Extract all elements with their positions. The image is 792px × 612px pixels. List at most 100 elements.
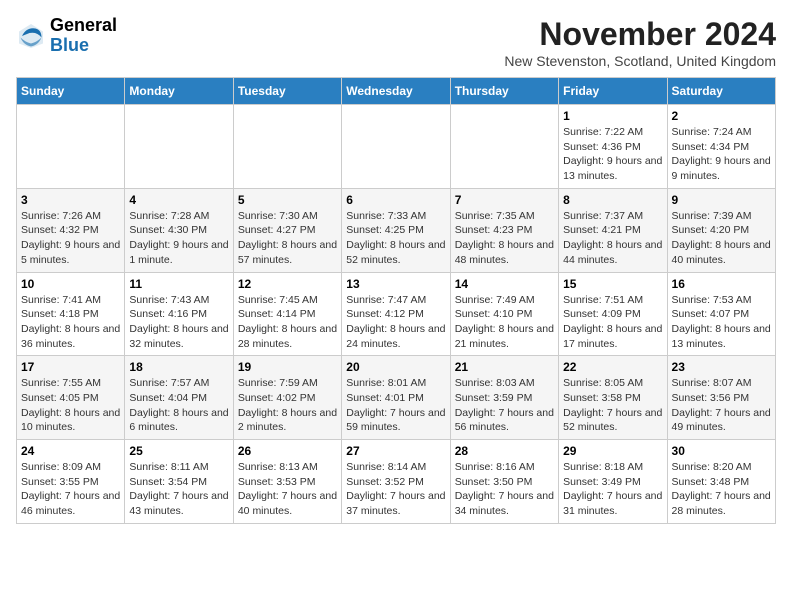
calendar-cell: [450, 105, 558, 189]
calendar-cell: 26 Sunrise: 8:13 AM Sunset: 3:53 PM Dayli…: [233, 440, 341, 524]
day-info: Sunrise: 8:14 AM Sunset: 3:52 PM Dayligh…: [346, 460, 445, 519]
calendar-week-row: 17Sunrise: 7:55 AM Sunset: 4:05 PM Dayli…: [17, 356, 776, 440]
calendar-cell: 19 Sunrise: 7:59 AM Sunset: 4:02 PM Dayli…: [233, 356, 341, 440]
day-info: Sunrise: 7:39 AM Sunset: 4:20 PM Dayligh…: [672, 209, 771, 268]
day-info: Sunrise: 7:59 AM Sunset: 4:02 PM Dayligh…: [238, 376, 337, 435]
calendar-week-row: 3 Sunrise: 7:26 AM Sunset: 4:32 PM Daylig…: [17, 188, 776, 272]
calendar-cell: 20Sunrise: 8:01 AM Sunset: 4:01 PM Dayli…: [342, 356, 450, 440]
calendar-cell: 11 Sunrise: 7:43 AM Sunset: 4:16 PM Dayli…: [125, 272, 233, 356]
calendar-cell: 13Sunrise: 7:47 AM Sunset: 4:12 PM Dayli…: [342, 272, 450, 356]
day-info: Sunrise: 8:13 AM Sunset: 3:53 PM Dayligh…: [238, 460, 337, 519]
day-info: Sunrise: 7:55 AM Sunset: 4:05 PM Dayligh…: [21, 376, 120, 435]
day-number: 7: [455, 193, 554, 207]
calendar-cell: 6Sunrise: 7:33 AM Sunset: 4:25 PM Daylig…: [342, 188, 450, 272]
day-number: 29: [563, 444, 662, 458]
day-number: 11: [129, 277, 228, 291]
calendar-cell: 27Sunrise: 8:14 AM Sunset: 3:52 PM Dayli…: [342, 440, 450, 524]
day-info: Sunrise: 7:45 AM Sunset: 4:14 PM Dayligh…: [238, 293, 337, 352]
day-info: Sunrise: 7:53 AM Sunset: 4:07 PM Dayligh…: [672, 293, 771, 352]
day-info: Sunrise: 8:09 AM Sunset: 3:55 PM Dayligh…: [21, 460, 120, 519]
day-number: 26: [238, 444, 337, 458]
calendar-cell: 1 Sunrise: 7:22 AM Sunset: 4:36 PM Daylig…: [559, 105, 667, 189]
calendar-week-row: 10Sunrise: 7:41 AM Sunset: 4:18 PM Dayli…: [17, 272, 776, 356]
day-info: Sunrise: 7:33 AM Sunset: 4:25 PM Dayligh…: [346, 209, 445, 268]
calendar-cell: 23 Sunrise: 8:07 AM Sunset: 3:56 PM Dayli…: [667, 356, 775, 440]
day-number: 12: [238, 277, 337, 291]
day-number: 8: [563, 193, 662, 207]
calendar-cell: [125, 105, 233, 189]
logo-text: General Blue: [50, 16, 117, 56]
weekday-header: Friday: [559, 78, 667, 105]
weekday-header: Tuesday: [233, 78, 341, 105]
calendar-cell: 25 Sunrise: 8:11 AM Sunset: 3:54 PM Dayli…: [125, 440, 233, 524]
calendar-cell: 10Sunrise: 7:41 AM Sunset: 4:18 PM Dayli…: [17, 272, 125, 356]
day-number: 30: [672, 444, 771, 458]
calendar-header-row: SundayMondayTuesdayWednesdayThursdayFrid…: [17, 78, 776, 105]
title-block: November 2024 New Stevenston, Scotland, …: [504, 16, 776, 69]
day-number: 15: [563, 277, 662, 291]
calendar-cell: [233, 105, 341, 189]
day-number: 20: [346, 360, 445, 374]
weekday-header: Thursday: [450, 78, 558, 105]
calendar-cell: 3 Sunrise: 7:26 AM Sunset: 4:32 PM Daylig…: [17, 188, 125, 272]
day-number: 1: [563, 109, 662, 123]
weekday-header: Sunday: [17, 78, 125, 105]
calendar-cell: 30 Sunrise: 8:20 AM Sunset: 3:48 PM Dayli…: [667, 440, 775, 524]
weekday-header: Monday: [125, 78, 233, 105]
calendar-cell: 8 Sunrise: 7:37 AM Sunset: 4:21 PM Daylig…: [559, 188, 667, 272]
day-number: 3: [21, 193, 120, 207]
calendar-table: SundayMondayTuesdayWednesdayThursdayFrid…: [16, 77, 776, 524]
day-number: 16: [672, 277, 771, 291]
month-year-title: November 2024: [504, 16, 776, 53]
day-info: Sunrise: 7:43 AM Sunset: 4:16 PM Dayligh…: [129, 293, 228, 352]
day-info: Sunrise: 8:03 AM Sunset: 3:59 PM Dayligh…: [455, 376, 554, 435]
calendar-week-row: 24 Sunrise: 8:09 AM Sunset: 3:55 PM Dayli…: [17, 440, 776, 524]
day-number: 21: [455, 360, 554, 374]
calendar-cell: 14Sunrise: 7:49 AM Sunset: 4:10 PM Dayli…: [450, 272, 558, 356]
calendar-cell: 9 Sunrise: 7:39 AM Sunset: 4:20 PM Daylig…: [667, 188, 775, 272]
day-info: Sunrise: 7:26 AM Sunset: 4:32 PM Dayligh…: [21, 209, 120, 268]
calendar-cell: [17, 105, 125, 189]
day-number: 22: [563, 360, 662, 374]
day-number: 24: [21, 444, 120, 458]
day-info: Sunrise: 7:28 AM Sunset: 4:30 PM Dayligh…: [129, 209, 228, 268]
day-number: 5: [238, 193, 337, 207]
calendar-cell: 5 Sunrise: 7:30 AM Sunset: 4:27 PM Daylig…: [233, 188, 341, 272]
day-number: 10: [21, 277, 120, 291]
calendar-cell: 28Sunrise: 8:16 AM Sunset: 3:50 PM Dayli…: [450, 440, 558, 524]
day-info: Sunrise: 7:30 AM Sunset: 4:27 PM Dayligh…: [238, 209, 337, 268]
day-number: 25: [129, 444, 228, 458]
day-info: Sunrise: 8:11 AM Sunset: 3:54 PM Dayligh…: [129, 460, 228, 519]
calendar-week-row: 1 Sunrise: 7:22 AM Sunset: 4:36 PM Daylig…: [17, 105, 776, 189]
calendar-cell: 21 Sunrise: 8:03 AM Sunset: 3:59 PM Dayli…: [450, 356, 558, 440]
day-info: Sunrise: 8:18 AM Sunset: 3:49 PM Dayligh…: [563, 460, 662, 519]
day-info: Sunrise: 7:49 AM Sunset: 4:10 PM Dayligh…: [455, 293, 554, 352]
calendar-cell: 15Sunrise: 7:51 AM Sunset: 4:09 PM Dayli…: [559, 272, 667, 356]
day-number: 18: [129, 360, 228, 374]
day-info: Sunrise: 7:37 AM Sunset: 4:21 PM Dayligh…: [563, 209, 662, 268]
day-number: 2: [672, 109, 771, 123]
day-info: Sunrise: 7:22 AM Sunset: 4:36 PM Dayligh…: [563, 125, 662, 184]
day-info: Sunrise: 7:35 AM Sunset: 4:23 PM Dayligh…: [455, 209, 554, 268]
calendar-cell: [342, 105, 450, 189]
day-info: Sunrise: 7:47 AM Sunset: 4:12 PM Dayligh…: [346, 293, 445, 352]
logo: General Blue: [16, 16, 117, 56]
day-number: 28: [455, 444, 554, 458]
day-number: 9: [672, 193, 771, 207]
day-info: Sunrise: 8:20 AM Sunset: 3:48 PM Dayligh…: [672, 460, 771, 519]
day-info: Sunrise: 7:24 AM Sunset: 4:34 PM Dayligh…: [672, 125, 771, 184]
logo-blue: Blue: [50, 36, 117, 56]
calendar-cell: 2 Sunrise: 7:24 AM Sunset: 4:34 PM Daylig…: [667, 105, 775, 189]
page-header: General Blue November 2024 New Stevensto…: [16, 16, 776, 69]
calendar-cell: 4 Sunrise: 7:28 AM Sunset: 4:30 PM Daylig…: [125, 188, 233, 272]
logo-icon: [16, 21, 46, 51]
logo-general: General: [50, 16, 117, 36]
day-number: 19: [238, 360, 337, 374]
day-number: 4: [129, 193, 228, 207]
day-number: 23: [672, 360, 771, 374]
day-info: Sunrise: 8:07 AM Sunset: 3:56 PM Dayligh…: [672, 376, 771, 435]
calendar-cell: 16 Sunrise: 7:53 AM Sunset: 4:07 PM Dayli…: [667, 272, 775, 356]
calendar-cell: 22Sunrise: 8:05 AM Sunset: 3:58 PM Dayli…: [559, 356, 667, 440]
day-info: Sunrise: 7:57 AM Sunset: 4:04 PM Dayligh…: [129, 376, 228, 435]
calendar-cell: 24 Sunrise: 8:09 AM Sunset: 3:55 PM Dayli…: [17, 440, 125, 524]
